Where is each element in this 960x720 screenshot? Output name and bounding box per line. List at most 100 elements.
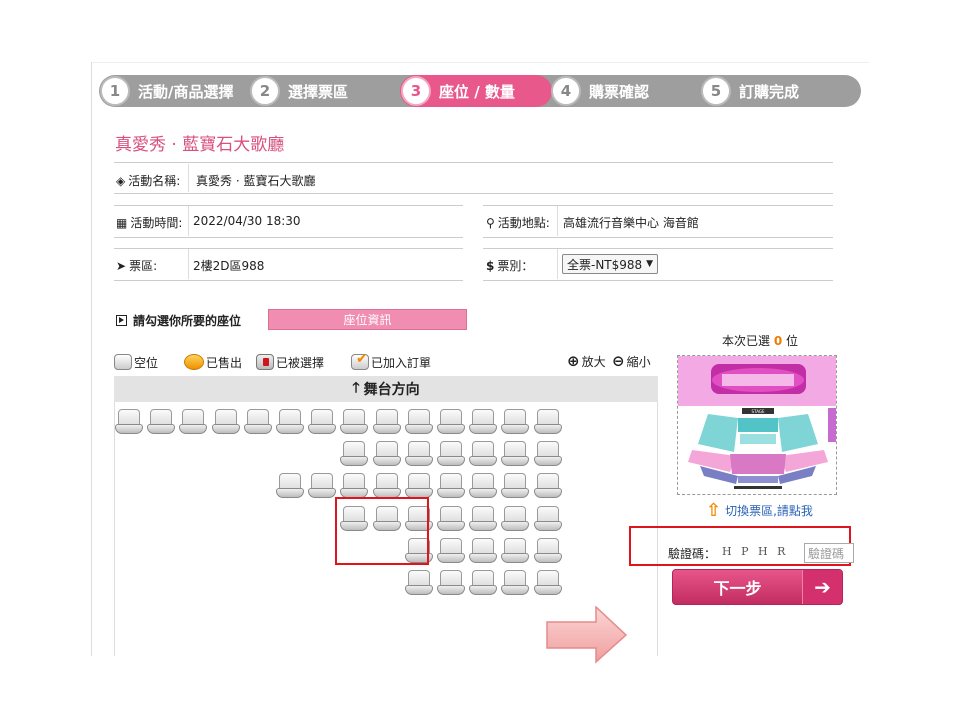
- event-place-value: 高雄流行音樂中心 海音館: [563, 216, 699, 230]
- info-divider: [483, 237, 833, 238]
- empty-seat[interactable]: [501, 570, 530, 596]
- highlight-box-seats: [335, 497, 429, 565]
- zoom-in-button[interactable]: ⊕ 放大: [567, 352, 606, 370]
- info-divider: [483, 280, 833, 281]
- step-number: 1: [100, 76, 130, 106]
- ticket-type-label: $ 票別：: [486, 258, 534, 274]
- empty-seat[interactable]: [372, 441, 401, 467]
- empty-seat[interactable]: [404, 409, 433, 435]
- cell-separator: [557, 249, 558, 279]
- empty-seat[interactable]: [340, 441, 369, 467]
- empty-seat[interactable]: [372, 473, 401, 499]
- empty-seat[interactable]: [308, 409, 337, 435]
- arrow-icon: ➤: [116, 258, 127, 273]
- step-4: 4 購票確認: [550, 75, 700, 107]
- empty-seat[interactable]: [340, 473, 369, 499]
- next-step-label: 下一步: [713, 579, 762, 598]
- empty-seat[interactable]: [437, 441, 465, 467]
- empty-seat[interactable]: [469, 537, 498, 564]
- empty-seat[interactable]: [469, 505, 498, 532]
- switch-area-link[interactable]: ⇧ 切換票區,請點我: [706, 500, 813, 521]
- legend-taken: 已被選擇: [256, 352, 324, 372]
- venue-map-image: STAGE: [677, 355, 837, 495]
- stage-direction-bar: 🡑 舞台方向: [114, 376, 658, 402]
- cell-separator: [557, 206, 558, 236]
- empty-seat[interactable]: [147, 409, 176, 435]
- empty-seat[interactable]: [533, 441, 562, 467]
- captcha-image[interactable]: H P H R: [722, 545, 798, 561]
- step-5: 5 訂購完成: [700, 75, 860, 107]
- empty-seat[interactable]: [308, 473, 337, 499]
- empty-seat[interactable]: [404, 473, 433, 499]
- selected-count: 本次已選 0 位: [722, 334, 799, 348]
- empty-seat[interactable]: [179, 409, 208, 435]
- empty-seat[interactable]: [276, 473, 304, 499]
- empty-seat[interactable]: [533, 473, 562, 499]
- event-name-label: ◈ 活動名稱:: [116, 173, 181, 189]
- empty-seat[interactable]: [533, 570, 562, 596]
- empty-seat[interactable]: [533, 505, 562, 532]
- empty-seat[interactable]: [501, 537, 530, 564]
- empty-seat[interactable]: [469, 409, 498, 435]
- empty-seat[interactable]: [404, 441, 433, 467]
- empty-seat[interactable]: [115, 409, 143, 435]
- empty-seat[interactable]: [501, 441, 530, 467]
- empty-seat[interactable]: [437, 537, 465, 564]
- step-number: 3: [401, 76, 431, 106]
- step-number: 2: [250, 76, 280, 106]
- cell-separator: [188, 249, 189, 279]
- empty-seat[interactable]: [404, 570, 433, 596]
- empty-seat[interactable]: [372, 409, 401, 435]
- empty-seat[interactable]: [501, 473, 530, 499]
- taken-seat-icon: [256, 354, 274, 370]
- empty-seat[interactable]: [437, 505, 465, 532]
- empty-seat[interactable]: [533, 537, 562, 564]
- zoom-out-button[interactable]: ⊖ 縮小: [612, 352, 651, 370]
- empty-seat[interactable]: [340, 409, 369, 435]
- event-place-label: ⚲ 活動地點:: [486, 215, 550, 231]
- event-time-value: 2022/04/30 18:30: [193, 214, 301, 228]
- info-divider: [114, 193, 833, 194]
- captcha-input[interactable]: 驗證碼: [804, 543, 855, 563]
- ordered-seat-icon: ✔: [351, 351, 369, 370]
- empty-seat[interactable]: [276, 409, 304, 435]
- content-top-border: [91, 62, 869, 63]
- ticket-type-select[interactable]: 全票-NT$988 ▼: [562, 254, 658, 274]
- empty-seat[interactable]: [533, 409, 562, 435]
- ticket-type-value: 全票-NT$988: [567, 257, 643, 272]
- content-left-border: [91, 62, 92, 656]
- seat-info-button[interactable]: 座位資訊: [268, 309, 467, 330]
- ticket-area-value: 2樓2D區988: [193, 259, 265, 273]
- arrow-up-icon: 🡑: [352, 380, 360, 396]
- step-label: 購票確認: [589, 82, 650, 101]
- step-number: 5: [701, 76, 731, 106]
- step-1: 1 活動/商品選擇: [99, 75, 249, 107]
- info-divider: [114, 162, 833, 163]
- empty-seat[interactable]: [469, 473, 498, 499]
- choose-seat-heading: 請勾選你所要的座位: [116, 312, 241, 329]
- info-divider: [483, 248, 833, 249]
- empty-seat[interactable]: [469, 570, 498, 596]
- play-square-icon: [116, 315, 127, 326]
- step-label: 訂購完成: [739, 82, 800, 101]
- captcha-label: 驗證碼：: [668, 546, 717, 561]
- step-3-active: 3 座位 / 數量: [400, 75, 552, 107]
- empty-seat[interactable]: [469, 441, 498, 467]
- calendar-icon: ▦: [116, 215, 128, 230]
- step-label: 選擇票區: [288, 82, 349, 101]
- empty-seat[interactable]: [437, 570, 465, 596]
- next-step-button[interactable]: 下一步 ➔: [672, 569, 843, 605]
- empty-seat[interactable]: [437, 473, 465, 499]
- zoom-in-icon: ⊕: [567, 352, 580, 370]
- empty-seat[interactable]: [501, 409, 530, 435]
- empty-seat[interactable]: [501, 505, 530, 532]
- empty-seat[interactable]: [243, 409, 272, 435]
- empty-seat[interactable]: [211, 409, 240, 435]
- event-time-label: ▦ 活動時間:: [116, 215, 183, 231]
- empty-seat[interactable]: [437, 409, 465, 435]
- cell-separator: [188, 164, 189, 192]
- info-divider: [483, 205, 833, 206]
- location-pin-icon: ⚲: [486, 215, 495, 230]
- event-title: 真愛秀 · 藍寶石大歌廳: [115, 135, 285, 155]
- info-divider: [114, 280, 463, 281]
